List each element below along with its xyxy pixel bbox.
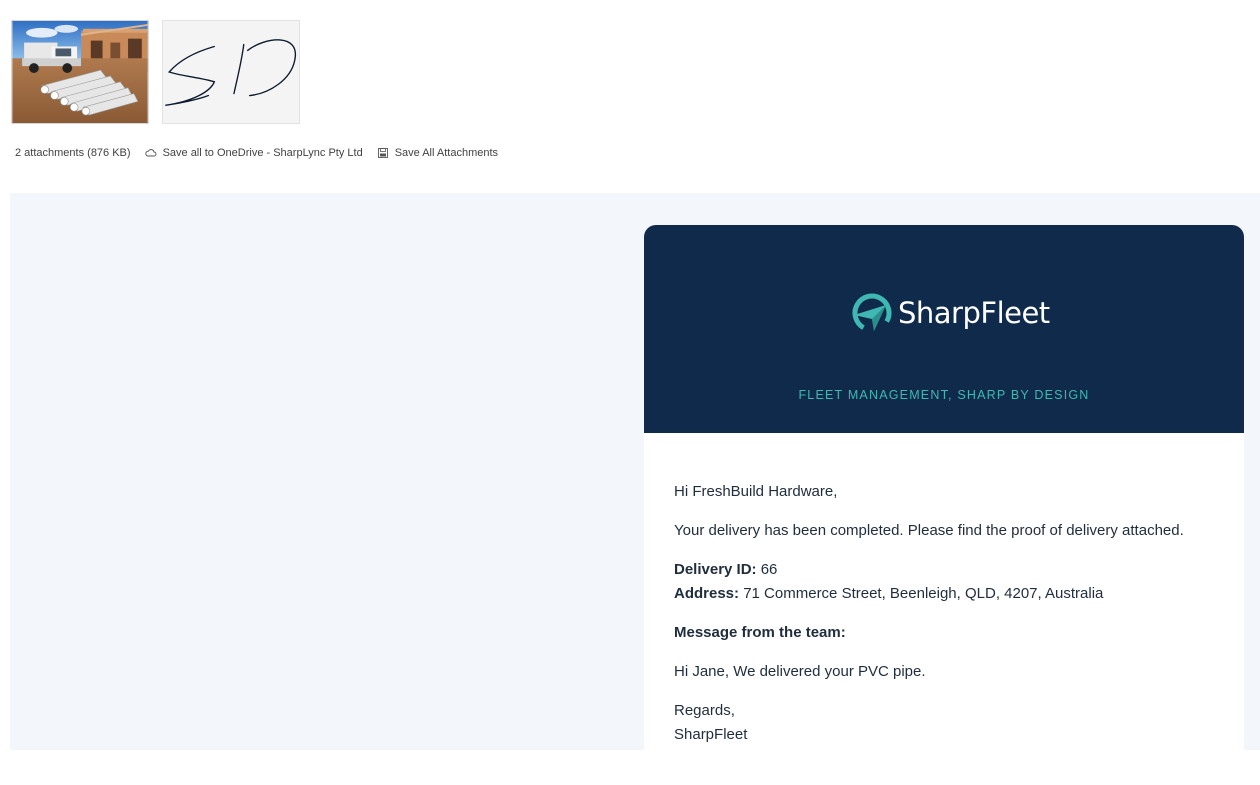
address-label: Address: (674, 585, 740, 602)
address-value: 71 Commerce Street, Beenleigh, QLD, 4207… (743, 585, 1104, 602)
attachment-thumbnails (11, 20, 300, 124)
brand-tagline: FLEET MANAGEMENT, SHARP BY DESIGN (798, 388, 1090, 402)
delivery-details: Delivery ID: 66 Address: 71 Commerce Str… (674, 558, 1214, 606)
message-heading: Message from the team: (674, 624, 846, 641)
brand-name: SharpFleet (898, 296, 1050, 330)
brand-logo: SharpFleet (850, 291, 1050, 335)
intro-text: Your delivery has been completed. Please… (674, 522, 1184, 539)
email-header-banner: SharpFleet FLEET MANAGEMENT, SHARP BY DE… (644, 225, 1244, 433)
signature-image (165, 39, 297, 107)
attachment-count: 2 attachments (876 KB) (15, 147, 131, 159)
email-body-area: SharpFleet FLEET MANAGEMENT, SHARP BY DE… (10, 193, 1260, 785)
save-icon (377, 147, 389, 159)
save-all-attachments-button[interactable]: Save All Attachments (377, 147, 498, 159)
save-to-onedrive-button[interactable]: Save all to OneDrive - SharpLync Pty Ltd (144, 147, 363, 159)
message-text: Hi Jane, We delivered your PVC pipe. (674, 663, 926, 680)
attachment-photo-thumbnail[interactable] (11, 20, 149, 124)
sharpfleet-logo-icon (850, 291, 894, 335)
regards-text: Regards, (674, 702, 735, 719)
cloud-icon (144, 147, 157, 159)
signoff-name: SharpFleet (674, 726, 748, 743)
attachment-signature-thumbnail[interactable] (162, 20, 300, 124)
signoff-block: Regards, SharpFleet (674, 699, 1214, 747)
delivery-id-value: 66 (760, 561, 778, 578)
attachment-toolbar: 2 attachments (876 KB) Save all to OneDr… (15, 147, 512, 159)
email-content: Hi FreshBuild Hardware, Your delivery ha… (644, 433, 1244, 747)
save-to-onedrive-label: Save all to OneDrive - SharpLync Pty Ltd (162, 147, 363, 159)
delivery-photo-image (12, 21, 148, 123)
save-all-attachments-label: Save All Attachments (394, 147, 499, 159)
email-card: SharpFleet FLEET MANAGEMENT, SHARP BY DE… (644, 225, 1244, 785)
delivery-id-label: Delivery ID: (674, 561, 757, 578)
greeting-text: Hi FreshBuild Hardware, (674, 483, 838, 500)
